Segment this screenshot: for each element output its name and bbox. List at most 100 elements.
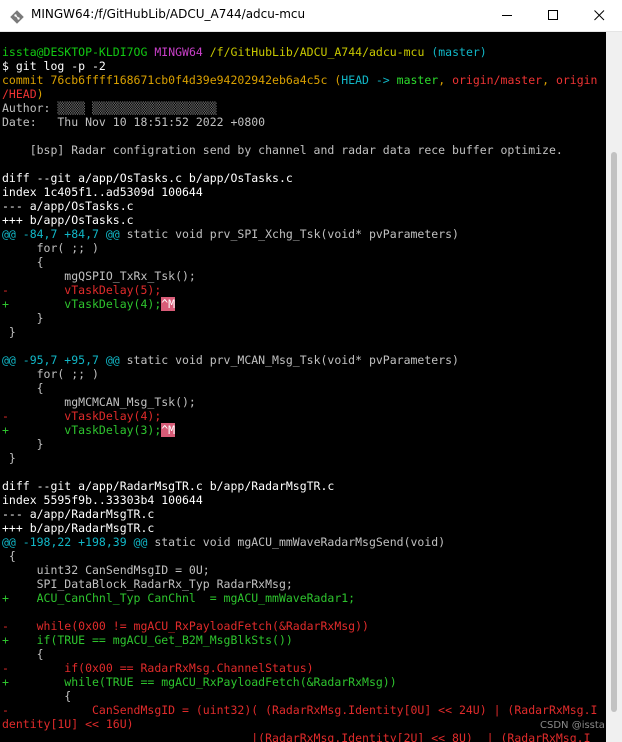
terminal-line: + ACU_CanChnl_Typ CanChnl = mgACU_mmWave…: [2, 591, 355, 605]
terminal-line: mgQSPIO_TxRx_Tsk();: [2, 269, 196, 283]
terminal-text: ,: [438, 73, 453, 87]
terminal-text: static void mgACU_mmWaveRadarMsgSend(voi…: [147, 535, 446, 549]
terminal-line: {: [2, 647, 44, 661]
terminal-text: + while(TRUE == mgACU_RxPayloadFetch(&Ra…: [2, 675, 397, 689]
terminal-line: + vTaskDelay(3);^M: [2, 423, 176, 437]
terminal-line: + while(TRUE == mgACU_RxPayloadFetch(&Ra…: [2, 675, 397, 689]
terminal-text: (master): [431, 45, 487, 59]
terminal-line: @@ -95,7 +95,7 @@ static void prv_MCAN_M…: [2, 353, 459, 367]
terminal-text: |(RadarRxMsg.Identity[2U] << 8U) | (Rada…: [2, 731, 591, 742]
terminal-line: + vTaskDelay(4);^M: [2, 297, 176, 311]
title-bar[interactable]: MINGW64:/f/GitHubLib/ADCU_A744/adcu-mcu: [0, 0, 622, 32]
terminal-text: diff --git a/app/OsTasks.c b/app/OsTasks…: [2, 171, 293, 185]
terminal-line: {: [2, 381, 44, 395]
minimize-icon: [501, 15, 512, 16]
terminal-line: - if(0x00 == RadarRxMsg.ChannelStatus): [2, 661, 314, 675]
terminal-text: +++ b/app/RadarMsgTR.c: [2, 521, 155, 535]
terminal-text: - vTaskDelay(4);: [2, 409, 162, 423]
terminal-line: {: [2, 255, 44, 269]
terminal-text: }: [2, 437, 44, 451]
terminal-line: - vTaskDelay(5);: [2, 283, 161, 297]
terminal-line: --- a/app/OsTasks.c: [2, 199, 134, 213]
terminal-text: Date: Thu Nov 10 18:51:52 2022 +0800: [2, 115, 266, 129]
terminal-output[interactable]: issta@DESKTOP-KLDI7OG MINGW64 /f/GitHubL…: [0, 32, 606, 742]
terminal-line: Author: ▒▒▒▒ ▒▒▒▒▒▒▒▒▒▒▒▒▒▒▒▒▒▒: [2, 101, 217, 115]
terminal-line: - vTaskDelay(4);: [2, 409, 161, 423]
terminal-text: + vTaskDelay(3);: [2, 423, 162, 437]
terminal-line: --- a/app/RadarMsgTR.c: [2, 507, 154, 521]
terminal-text: mgMCMCAN_Msg_Tsk();: [2, 395, 196, 409]
terminal-line: for( ;; ): [2, 367, 99, 381]
watermark: CSDN @issta: [540, 720, 605, 731]
terminal-line: - CanSendMsgID = (uint32)( (RadarRxMsg.I…: [2, 703, 597, 717]
terminal-line: Date: Thu Nov 10 18:51:52 2022 +0800: [2, 115, 265, 129]
terminal-text: --- a/app/RadarMsgTR.c: [2, 507, 155, 521]
terminal-text: + vTaskDelay(4);: [2, 297, 162, 311]
close-icon: [593, 10, 604, 21]
terminal-text: }: [2, 451, 16, 465]
terminal-text: master: [396, 73, 439, 87]
terminal-text: ▒▒▒▒ ▒▒▒▒▒▒▒▒▒▒▒▒▒▒▒▒▒▒: [57, 101, 217, 115]
terminal-line: dentity[1U] << 16U): [2, 717, 134, 731]
terminal-line: index 5595f9b..33303b4 100644: [2, 493, 203, 507]
terminal-text: + if(TRUE == mgACU_Get_B2M_MsgBlkSts()): [2, 633, 293, 647]
terminal-line: }: [2, 311, 44, 325]
terminal-text: {: [2, 647, 44, 661]
terminal-text: uint32 CanSendMsgID = 0U;: [2, 563, 210, 577]
terminal-line: for( ;; ): [2, 241, 99, 255]
window-title: MINGW64:/f/GitHubLib/ADCU_A744/adcu-mcu: [31, 7, 306, 21]
terminal-line: [bsp] Radar configration send by channel…: [2, 143, 563, 157]
terminal-text: dentity[1U] << 16U): [2, 717, 134, 731]
terminal-text: HEAD ->: [341, 73, 397, 87]
terminal-text: static void prv_SPI_Xchg_Tsk(void* pvPar…: [119, 227, 459, 241]
terminal-text: + ACU_CanChnl_Typ CanChnl = mgACU_mmWave…: [2, 591, 356, 605]
terminal-text: ^M: [161, 297, 176, 311]
maximize-icon: [547, 10, 558, 20]
maximize-button[interactable]: [530, 0, 576, 31]
terminal-text: /HEAD: [2, 87, 37, 101]
terminal-line: +++ b/app/OsTasks.c: [2, 213, 134, 227]
terminal-text: {: [2, 255, 44, 269]
terminal-text: SPI_DataBlock_RadarRx_Typ RadarRxMsg;: [2, 577, 293, 591]
terminal-text: --- a/app/OsTasks.c: [2, 199, 134, 213]
terminal-line: diff --git a/app/OsTasks.c b/app/OsTasks…: [2, 171, 293, 185]
terminal-line: {: [2, 689, 71, 703]
terminal-line: mgMCMCAN_Msg_Tsk();: [2, 395, 196, 409]
terminal-text: MINGW64: [154, 45, 203, 59]
scrollbar-thumb[interactable]: [611, 152, 617, 712]
terminal-text: ,: [542, 73, 556, 87]
terminal-line: - while(0x00 != mgACU_RxPayloadFetch(&Ra…: [2, 619, 369, 633]
terminal-text: issta@DESKTOP-KLDI7OG: [2, 45, 148, 59]
terminal-line: }: [2, 437, 44, 451]
terminal-line: {: [2, 549, 16, 563]
terminal-text: - CanSendMsgID = (uint32)( (RadarRxMsg.I…: [2, 703, 598, 717]
terminal-line: issta@DESKTOP-KLDI7OG MINGW64 /f/GitHubL…: [2, 45, 487, 59]
terminal-text: ): [36, 87, 44, 101]
terminal-text: [bsp] Radar configration send by channel…: [2, 143, 563, 157]
terminal-text: @@ -95,7 +95,7 @@: [2, 353, 120, 367]
terminal-text: static void prv_MCAN_Msg_Tsk(void* pvPar…: [119, 353, 459, 367]
terminal-text: {: [2, 689, 72, 703]
vertical-scrollbar[interactable]: [606, 32, 622, 742]
terminal-line: |(RadarRxMsg.Identity[2U] << 8U) | (Rada…: [2, 731, 591, 742]
close-button[interactable]: [576, 0, 622, 31]
terminal-line: @@ -84,7 +84,7 @@ static void prv_SPI_Xc…: [2, 227, 459, 241]
terminal-text: commit 76cb6ffff168671cb0f4d39e94202942e…: [2, 73, 342, 87]
terminal-line: @@ -198,22 +198,39 @@ static void mgACU_…: [2, 535, 445, 549]
terminal-text: Author:: [2, 101, 58, 115]
terminal-text: diff --git a/app/RadarMsgTR.c b/app/Rada…: [2, 479, 335, 493]
terminal-text: - while(0x00 != mgACU_RxPayloadFetch(&Ra…: [2, 619, 369, 633]
terminal-text: {: [2, 549, 16, 563]
minimize-button[interactable]: [484, 0, 530, 31]
git-bash-icon: [10, 9, 24, 24]
terminal-text: @@ -84,7 +84,7 @@: [2, 227, 120, 241]
terminal-text: {: [2, 381, 44, 395]
terminal-line: diff --git a/app/RadarMsgTR.c b/app/Rada…: [2, 479, 334, 493]
terminal-text: index 5595f9b..33303b4 100644: [2, 493, 203, 507]
terminal-text: @@ -198,22 +198,39 @@: [2, 535, 148, 549]
terminal-text: }: [2, 325, 16, 339]
terminal-line: +++ b/app/RadarMsgTR.c: [2, 521, 154, 535]
terminal-text: origin/master: [452, 73, 543, 87]
terminal-line: }: [2, 325, 16, 339]
